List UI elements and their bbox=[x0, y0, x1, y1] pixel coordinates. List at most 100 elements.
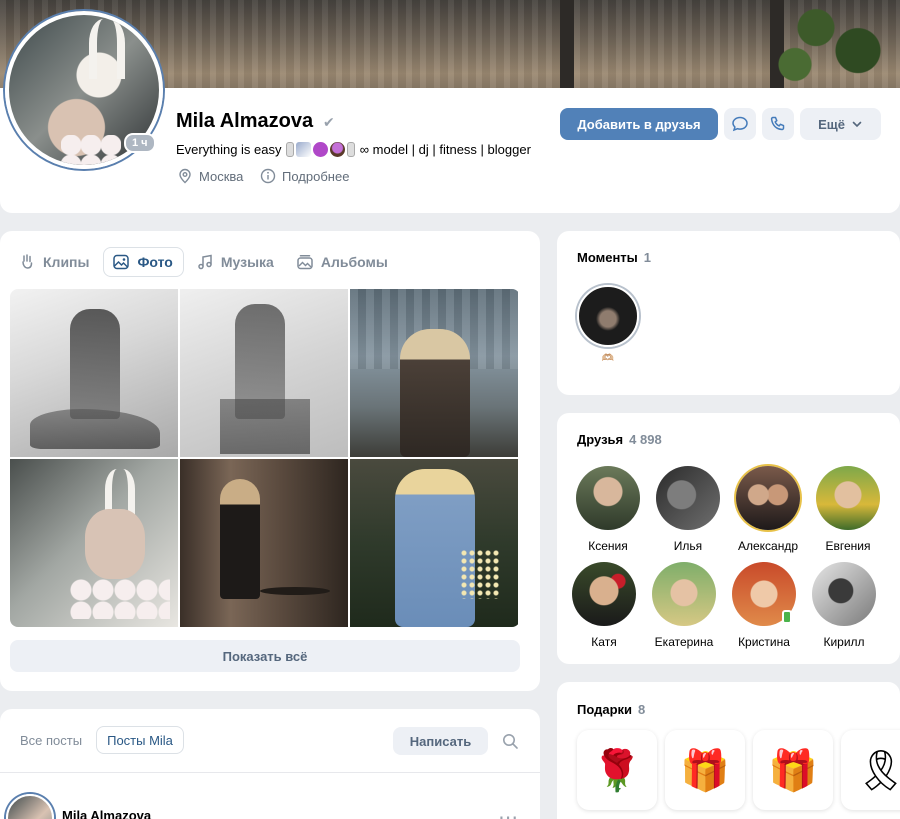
gift-rose-icon[interactable]: 🌹 bbox=[577, 730, 657, 810]
friend-avatar bbox=[652, 562, 716, 626]
details-link[interactable]: Подробнее bbox=[260, 168, 349, 184]
moments-card: Моменты 1 🫶🏼 bbox=[557, 231, 900, 395]
cover-window-frame bbox=[560, 0, 574, 92]
moment-label: 🫶🏼 bbox=[601, 353, 615, 364]
more-button[interactable]: Ещё bbox=[800, 108, 881, 140]
chevron-down-icon bbox=[852, 121, 862, 128]
friend-avatar bbox=[812, 562, 876, 626]
write-post-button[interactable]: Написать bbox=[393, 727, 488, 755]
search-icon[interactable] bbox=[502, 733, 519, 750]
crystal-ball-emoji-icon bbox=[330, 142, 346, 157]
tab-photos[interactable]: Фото bbox=[103, 247, 184, 277]
tab-albums[interactable]: Альбомы bbox=[288, 247, 398, 277]
friend-item[interactable]: Катя bbox=[564, 562, 644, 649]
friend-avatar bbox=[576, 466, 640, 530]
avatar-bunny-ears bbox=[89, 19, 125, 79]
verified-icon: ✔ bbox=[323, 114, 335, 130]
media-card: Клипы Фото Музыка Альбомы Показать всё bbox=[0, 231, 540, 691]
friend-name: Катя bbox=[591, 635, 617, 649]
gift-ribbon-icon[interactable]: 🎗 bbox=[841, 730, 900, 810]
more-label: Ещё bbox=[818, 116, 845, 132]
friends-count: 4 898 bbox=[629, 432, 662, 447]
friend-item[interactable]: Кирилл bbox=[804, 562, 884, 649]
friend-item[interactable]: Екатерина bbox=[644, 562, 724, 649]
photo-thumbnail[interactable] bbox=[10, 289, 178, 457]
avatar-flowers bbox=[61, 135, 121, 165]
tab-label: Альбомы bbox=[320, 254, 388, 270]
friend-item[interactable]: Илья bbox=[648, 466, 728, 553]
photo-thumbnail[interactable] bbox=[180, 289, 348, 457]
albums-icon bbox=[297, 255, 313, 270]
friend-item[interactable]: Кристина bbox=[724, 562, 804, 649]
show-all-button[interactable]: Показать всё bbox=[10, 640, 520, 672]
details-label: Подробнее bbox=[282, 168, 350, 184]
friend-name: Ксения bbox=[588, 539, 628, 553]
infinity-icon: ∞ bbox=[359, 142, 370, 157]
status-text-prefix: Everything is easy bbox=[176, 142, 286, 157]
friends-card: Друзья 4 898 Ксения Илья Александр Евгени… bbox=[557, 413, 900, 664]
tab-label: Клипы bbox=[43, 254, 90, 270]
online-time-badge: 1 ч bbox=[124, 133, 156, 153]
friends-title[interactable]: Друзья 4 898 bbox=[577, 432, 662, 447]
friend-avatar bbox=[732, 562, 796, 626]
tab-label: Фото bbox=[137, 254, 173, 270]
friend-name: Александр bbox=[737, 539, 799, 553]
friend-avatar bbox=[656, 466, 720, 530]
moments-title-label: Моменты bbox=[577, 250, 638, 265]
friend-name: Илья bbox=[673, 539, 703, 553]
call-button[interactable] bbox=[762, 108, 794, 140]
message-button[interactable] bbox=[724, 108, 756, 140]
photo-grid bbox=[10, 289, 520, 627]
friends-title-label: Друзья bbox=[577, 432, 624, 447]
tab-all-posts[interactable]: Все посты bbox=[10, 726, 92, 754]
friend-item[interactable]: Евгения bbox=[808, 466, 888, 553]
broken-image-icon bbox=[296, 142, 312, 157]
gift-box-icon[interactable]: 🎁 bbox=[753, 730, 833, 810]
post-author-avatar[interactable] bbox=[6, 794, 54, 819]
tab-clips[interactable]: Клипы bbox=[10, 247, 99, 277]
moments-count: 1 bbox=[643, 250, 652, 265]
clips-icon bbox=[22, 254, 33, 269]
photo-thumbnail[interactable] bbox=[350, 289, 518, 457]
friend-item[interactable]: Ксения bbox=[568, 466, 648, 553]
friend-name: Екатерина bbox=[654, 635, 714, 649]
friend-item[interactable]: Александр bbox=[728, 466, 808, 553]
profile-name: Mila Almazova bbox=[176, 110, 314, 132]
emoji-placeholder-icon bbox=[347, 142, 356, 157]
friend-name: Кирилл bbox=[823, 635, 865, 649]
add-friend-button[interactable]: Добавить в друзья bbox=[560, 108, 718, 140]
photo-icon bbox=[113, 254, 130, 270]
posts-card: Все посты Посты Mila Написать Mila Almaz… bbox=[0, 709, 540, 819]
gifts-title-label: Подарки bbox=[577, 702, 633, 717]
moment-thumbnail[interactable] bbox=[577, 285, 639, 347]
media-tabs: Клипы Фото Музыка Альбомы bbox=[10, 247, 398, 277]
friend-name: Кристина bbox=[738, 635, 790, 649]
friend-name: Евгения bbox=[825, 539, 871, 553]
city-label: Москва bbox=[199, 168, 244, 184]
gifts-title[interactable]: Подарки 8 bbox=[577, 702, 645, 717]
friend-avatar bbox=[736, 466, 800, 530]
posts-filter: Все посты Посты Mila bbox=[10, 726, 184, 754]
photo-thumbnail[interactable] bbox=[350, 459, 518, 627]
photo-thumbnail[interactable] bbox=[10, 459, 178, 627]
moments-title[interactable]: Моменты 1 bbox=[577, 250, 651, 265]
friend-avatar bbox=[572, 562, 636, 626]
info-icon bbox=[260, 168, 276, 184]
divider bbox=[0, 772, 540, 773]
cover-plant bbox=[760, 0, 900, 92]
snowflake-emoji-icon bbox=[313, 142, 329, 157]
post-menu-icon[interactable]: ⋯ bbox=[498, 805, 518, 819]
location-pin-icon bbox=[179, 168, 191, 184]
tab-music[interactable]: Музыка bbox=[188, 247, 284, 277]
city-info[interactable]: Москва bbox=[177, 168, 243, 184]
photo-thumbnail[interactable] bbox=[180, 459, 348, 627]
music-icon bbox=[198, 254, 212, 270]
friend-avatar bbox=[816, 466, 880, 530]
chat-bubble-icon bbox=[732, 116, 748, 132]
tab-user-posts[interactable]: Посты Mila bbox=[96, 726, 184, 754]
gift-box-icon[interactable]: 🎁 bbox=[665, 730, 745, 810]
online-mobile-icon bbox=[782, 610, 792, 624]
post-author-name[interactable]: Mila Almazova bbox=[62, 808, 151, 819]
phone-icon bbox=[770, 116, 785, 131]
emoji-placeholder-icon bbox=[286, 142, 295, 157]
